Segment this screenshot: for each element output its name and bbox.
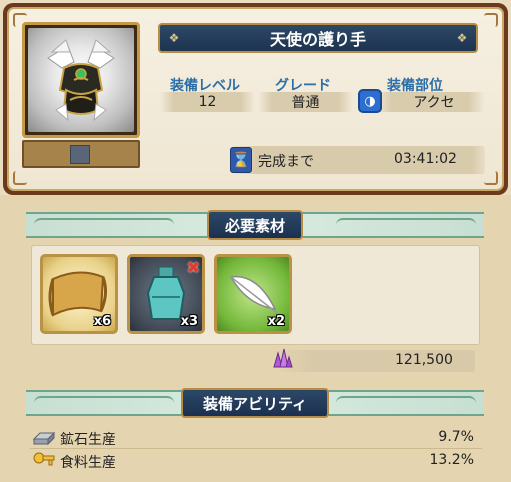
purple-crystal-icon xyxy=(273,348,293,368)
item-name: 天使の護り手 xyxy=(269,30,366,49)
angel-armor-icon xyxy=(28,28,134,132)
cost-value: 121,500 xyxy=(395,352,453,368)
ornament-icon: ❖ xyxy=(168,31,180,45)
grade-value-bar: 普通 xyxy=(258,92,353,112)
item-name-banner: ❖ 天使の護り手 ❖ xyxy=(158,23,478,53)
ornament-icon: ❖ xyxy=(456,31,468,45)
ability-row: 鉱石生産 9.7% xyxy=(30,427,482,449)
ability-label: 食料生産 xyxy=(60,455,116,471)
materials-title-banner: 必要素材 xyxy=(207,210,303,240)
timer-value: 03:41:02 xyxy=(394,151,457,167)
grade-value: 普通 xyxy=(291,95,320,111)
timer-label: 完成まで xyxy=(258,154,314,170)
abilities-title: 装備アビリティ xyxy=(202,394,308,413)
ability-value: 13.2% xyxy=(429,452,474,468)
rune-slot-icon xyxy=(70,145,90,164)
equip-slot-value-bar: アクセ xyxy=(375,92,485,112)
wave-ornament xyxy=(34,218,174,232)
item-image-frame[interactable] xyxy=(22,22,140,138)
corner-ornament xyxy=(13,171,27,185)
accessory-icon: ◑ xyxy=(358,89,382,113)
material-slot[interactable]: x6 xyxy=(40,254,118,334)
materials-title: 必要素材 xyxy=(224,216,285,235)
ability-row: 食料生産 13.2% xyxy=(30,450,482,472)
equip-level-value-bar: 12 xyxy=(160,92,255,112)
equip-level-value: 12 xyxy=(198,94,217,110)
golden-key-icon xyxy=(33,452,55,466)
wave-ornament xyxy=(336,396,476,410)
material-count: x3 xyxy=(180,314,198,329)
item-image-base xyxy=(22,140,140,168)
material-count: x2 xyxy=(267,314,285,329)
corner-ornament xyxy=(484,13,498,27)
equip-slot-value: アクセ xyxy=(413,95,455,111)
material-slot[interactable]: ✖ x3 xyxy=(127,254,205,334)
ability-label: 鉱石生産 xyxy=(60,432,116,448)
divider xyxy=(30,448,482,449)
wave-ornament xyxy=(34,396,174,410)
material-slot[interactable]: x2 xyxy=(214,254,292,334)
material-count: x6 xyxy=(93,314,111,329)
wave-ornament xyxy=(336,218,476,232)
corner-ornament xyxy=(484,171,498,185)
missing-x-icon: ✖ xyxy=(186,258,200,277)
hourglass-icon: ⌛ xyxy=(230,147,252,173)
abilities-title-banner: 装備アビリティ xyxy=(181,388,329,418)
iron-ingot-icon xyxy=(32,431,56,446)
ability-value: 9.7% xyxy=(438,429,474,445)
